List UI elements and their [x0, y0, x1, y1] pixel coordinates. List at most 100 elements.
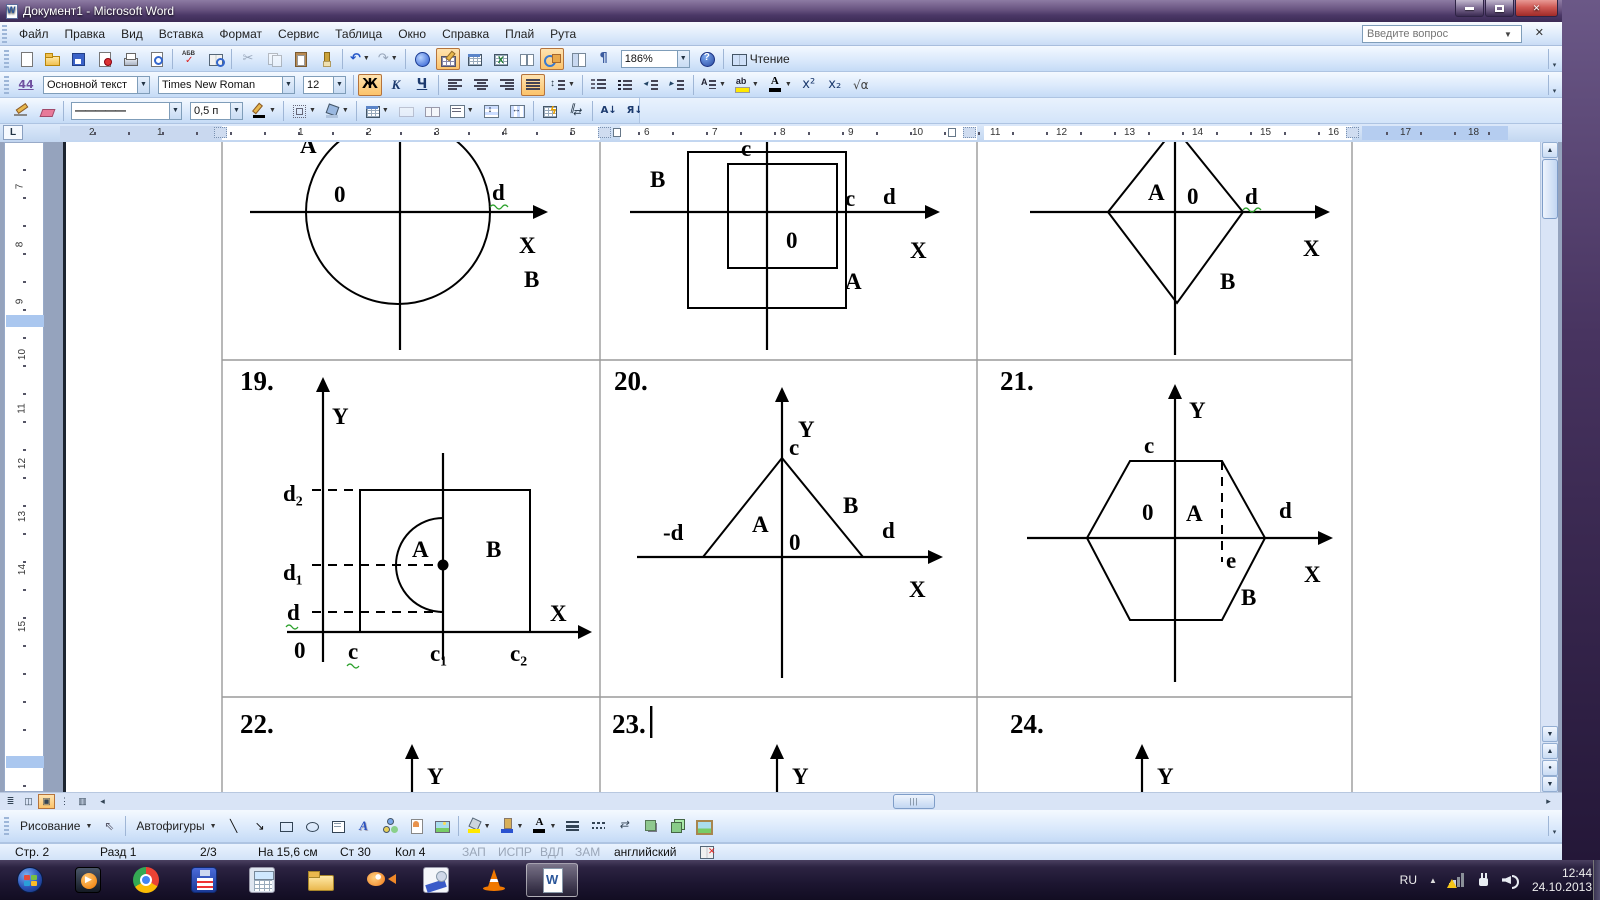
copy-button[interactable]	[262, 48, 286, 70]
table-column-marker[interactable]	[598, 127, 611, 138]
draw-table-button[interactable]	[9, 100, 33, 122]
taskbar-word-active[interactable]	[526, 863, 578, 897]
format-painter-button[interactable]	[314, 48, 338, 70]
show-formatting-button[interactable]: ¶	[592, 48, 616, 70]
network-warning-icon[interactable]	[1449, 873, 1465, 887]
menu-window[interactable]: Окно	[390, 24, 434, 44]
table-column-marker[interactable]	[963, 127, 976, 138]
spelling-button[interactable]	[177, 48, 201, 70]
font-color-button-dropdown-icon[interactable]: ▼	[785, 81, 792, 88]
undo-button[interactable]: ↶▼	[347, 48, 373, 70]
toolbar-grip[interactable]	[4, 50, 9, 68]
menu-tools[interactable]: Сервис	[270, 24, 327, 44]
line-spacing-button-dropdown-icon[interactable]: ▼	[568, 81, 575, 88]
3d-style-button[interactable]	[665, 815, 689, 837]
clipart-button[interactable]	[404, 815, 428, 837]
split-cells-button[interactable]	[420, 100, 444, 122]
previous-page-button[interactable]: ▲	[1542, 743, 1558, 759]
toolbar-grip[interactable]	[4, 817, 9, 835]
wordart-button[interactable]: А	[352, 815, 376, 837]
insert-table-menu-button-dropdown-icon[interactable]: ▼	[382, 107, 389, 114]
restore-button[interactable]	[1485, 0, 1514, 17]
cut-button[interactable]: ✂	[236, 48, 260, 70]
save-button[interactable]	[66, 48, 90, 70]
cell-align-button-dropdown-icon[interactable]: ▼	[467, 107, 474, 114]
font-size-combo[interactable]: 12▼	[300, 74, 349, 96]
scroll-left-icon[interactable]: ◂	[94, 794, 111, 809]
horizontal-scroll-thumb[interactable]: |||	[893, 794, 935, 809]
redo-button-dropdown-icon[interactable]: ▼	[391, 55, 398, 62]
spelling-status-icon[interactable]	[700, 845, 716, 859]
subscript-button[interactable]: x₂	[823, 74, 847, 96]
taskbar-chrome[interactable]	[120, 863, 172, 897]
picture-button[interactable]	[430, 815, 454, 837]
menu-help[interactable]: Справка	[434, 24, 497, 44]
table-column-marker[interactable]	[214, 127, 227, 138]
next-page-button[interactable]: ▼	[1542, 776, 1558, 792]
paste-button[interactable]	[288, 48, 312, 70]
border-color-button-dropdown-icon[interactable]: ▼	[269, 107, 276, 114]
font-color-button[interactable]: ▼	[764, 74, 795, 96]
minimize-button[interactable]	[1455, 0, 1484, 17]
rectangle-button[interactable]	[274, 815, 298, 837]
table-row-marker[interactable]	[6, 756, 44, 768]
fill-color-button-dropdown-icon[interactable]: ▼	[484, 823, 491, 830]
autoshapes-menu-button[interactable]: Автофигуры▼	[130, 815, 219, 837]
power-plug-icon[interactable]	[1477, 873, 1490, 887]
superscript-button[interactable]: x²	[797, 74, 821, 96]
align-right-button[interactable]	[495, 74, 519, 96]
table-row-marker[interactable]	[6, 315, 44, 327]
font-color-button-2-dropdown-icon[interactable]: ▼	[549, 823, 556, 830]
insert-hyperlink-button[interactable]	[410, 48, 434, 70]
highlight-button-dropdown-icon[interactable]: ▼	[752, 81, 759, 88]
text-direction-button[interactable]	[564, 100, 588, 122]
toolbar-options-chevron[interactable]: ▾	[1548, 75, 1560, 95]
new-document-button[interactable]	[14, 48, 38, 70]
shading-button[interactable]: ▼	[321, 100, 352, 122]
zoom-combo-dropdown-icon[interactable]: ▼	[677, 50, 690, 68]
outline-view-button[interactable]: ⋮	[56, 794, 73, 809]
numbered-list-button[interactable]	[587, 74, 611, 96]
style-combo[interactable]: Основной текст▼	[40, 74, 153, 96]
redo-button[interactable]: ↷▼	[375, 48, 401, 70]
shading-button-dropdown-icon[interactable]: ▼	[342, 107, 349, 114]
taskbar-floppy-app[interactable]	[178, 863, 230, 897]
taskbar-media-player[interactable]	[62, 863, 114, 897]
help-button[interactable]	[695, 48, 719, 70]
textbox-button[interactable]	[326, 815, 350, 837]
horizontal-ruler[interactable]: L 2 1 1 2 3 4 5 6 7 8 9 10 11 12 13 14 1…	[0, 124, 1562, 142]
align-left-button[interactable]	[443, 74, 467, 96]
print-preview-button[interactable]	[144, 48, 168, 70]
vertical-scrollbar[interactable]: ▲ ▼ ▲ ● ▼	[1540, 142, 1558, 792]
hidden-icons-chevron[interactable]: ▲	[1429, 876, 1437, 885]
underline-button[interactable]: Ч	[410, 74, 434, 96]
toolbar-grip[interactable]	[2, 25, 7, 43]
taskbar-vlc[interactable]	[468, 863, 520, 897]
line-weight-combo-dropdown-icon[interactable]: ▼	[230, 102, 243, 120]
word-app-icon[interactable]	[4, 4, 18, 18]
border-color-button[interactable]: ▼	[248, 100, 279, 122]
borders-button[interactable]: ▼	[288, 100, 319, 122]
taskbar-explorer[interactable]	[294, 863, 346, 897]
font-combo[interactable]: Times New Roman▼	[155, 74, 298, 96]
vertical-scroll-thumb[interactable]	[1542, 159, 1558, 219]
reading-button[interactable]: Чтение	[728, 48, 796, 70]
line-spacing-button[interactable]: ▼	[547, 74, 578, 96]
decrease-indent-button[interactable]	[639, 74, 663, 96]
line-button[interactable]: ╲	[222, 815, 246, 837]
select-browse-object-button[interactable]: ●	[1542, 760, 1558, 776]
italic-button[interactable]: К	[384, 74, 408, 96]
menu-plai[interactable]: Плай	[497, 24, 542, 44]
toolbar-options-chevron[interactable]: ▾	[1548, 816, 1560, 836]
taskbar-calculator[interactable]	[236, 863, 288, 897]
bold-button[interactable]: Ж	[358, 74, 382, 96]
vertical-ruler[interactable]: 7 8 9 10 11 12 13 14 15	[4, 142, 44, 792]
menu-view[interactable]: Вид	[113, 24, 151, 44]
styles-button[interactable]: 44	[14, 74, 38, 96]
research-button[interactable]	[203, 48, 227, 70]
scroll-up-icon[interactable]: ▲	[1542, 142, 1558, 158]
bullet-list-button[interactable]	[613, 74, 637, 96]
borders-button-dropdown-icon[interactable]: ▼	[309, 107, 316, 114]
scroll-down-icon[interactable]: ▼	[1542, 726, 1558, 742]
style-combo-dropdown-icon[interactable]: ▼	[137, 76, 150, 94]
